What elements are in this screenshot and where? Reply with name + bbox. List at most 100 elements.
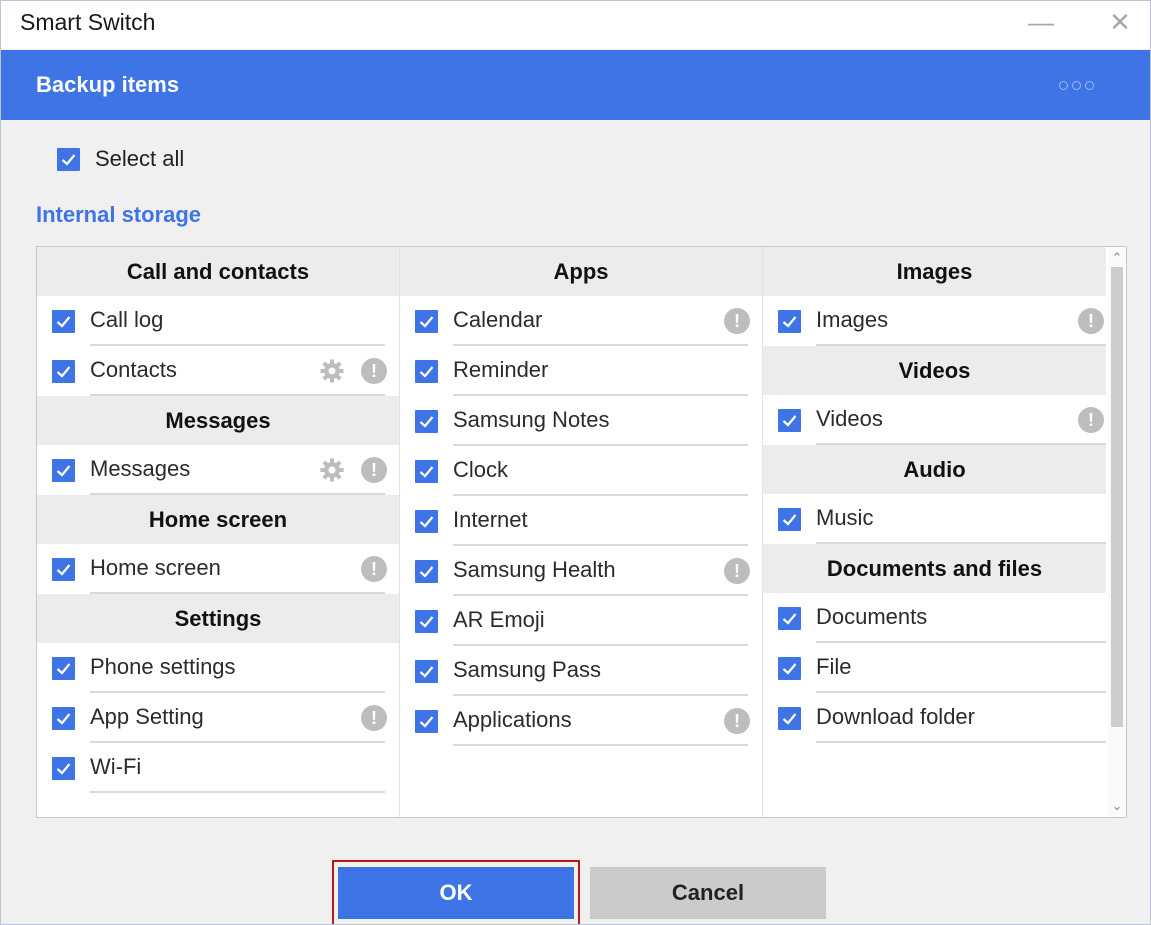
backup-item[interactable]: File bbox=[763, 643, 1106, 693]
checkbox-checked-icon[interactable] bbox=[415, 410, 438, 433]
backup-item[interactable]: Videos! bbox=[763, 395, 1106, 445]
gear-icon[interactable] bbox=[319, 457, 345, 483]
row-separator bbox=[816, 344, 1106, 346]
section-header: Audio bbox=[763, 445, 1106, 494]
backup-item-label: Clock bbox=[453, 457, 509, 482]
gear-icon[interactable] bbox=[319, 358, 345, 384]
backup-item-label: AR Emoji bbox=[453, 607, 545, 632]
row-separator bbox=[90, 592, 385, 594]
backup-item-label: Download folder bbox=[816, 704, 975, 729]
window-title: Smart Switch bbox=[20, 9, 156, 35]
backup-item[interactable]: Clock bbox=[400, 446, 762, 496]
info-icon[interactable]: ! bbox=[361, 457, 387, 483]
checkbox-checked-icon[interactable] bbox=[415, 310, 438, 333]
scroll-up-icon[interactable]: ⌃ bbox=[1108, 249, 1126, 267]
backup-item[interactable]: Documents bbox=[763, 593, 1106, 643]
checkbox-checked-icon[interactable] bbox=[415, 560, 438, 583]
backup-item-label: Documents bbox=[816, 604, 928, 629]
backup-item-label: Videos bbox=[816, 406, 883, 431]
select-all-label: Select all bbox=[95, 146, 185, 171]
checkbox-checked-icon[interactable] bbox=[52, 360, 75, 383]
section-header: Videos bbox=[763, 346, 1106, 395]
vertical-scrollbar[interactable]: ⌃ ⌄ bbox=[1108, 247, 1126, 817]
ok-button[interactable]: OK bbox=[338, 867, 574, 919]
info-icon[interactable]: ! bbox=[1078, 308, 1104, 334]
close-button[interactable]: ✕ bbox=[1105, 7, 1135, 37]
checkbox-checked-icon[interactable] bbox=[52, 459, 75, 482]
backup-item-label: Messages bbox=[90, 456, 191, 481]
backup-item-label: Samsung Health bbox=[453, 557, 616, 582]
row-separator bbox=[816, 741, 1106, 743]
backup-item-label: Samsung Notes bbox=[453, 407, 610, 432]
section-header: Call and contacts bbox=[37, 247, 399, 296]
checkbox-checked-icon[interactable] bbox=[415, 510, 438, 533]
title-bar: Smart Switch — ✕ bbox=[1, 1, 1150, 49]
backup-item[interactable]: Call log bbox=[37, 296, 399, 346]
checkbox-checked-icon[interactable] bbox=[778, 409, 801, 432]
checkbox-checked-icon[interactable] bbox=[778, 657, 801, 680]
backup-item-label: File bbox=[816, 654, 852, 679]
backup-item[interactable]: Music bbox=[763, 494, 1106, 544]
info-icon[interactable]: ! bbox=[724, 708, 750, 734]
checkbox-checked-icon[interactable] bbox=[52, 707, 75, 730]
backup-item[interactable]: Reminder bbox=[400, 346, 762, 396]
checkbox-checked-icon[interactable] bbox=[52, 558, 75, 581]
row-separator bbox=[816, 542, 1106, 544]
checkbox-checked-icon[interactable] bbox=[415, 710, 438, 733]
backup-item[interactable]: Samsung Health! bbox=[400, 546, 762, 596]
checkbox-checked-icon[interactable] bbox=[415, 610, 438, 633]
checkbox-checked-icon[interactable] bbox=[778, 508, 801, 531]
checkbox-checked-icon[interactable] bbox=[778, 607, 801, 630]
backup-item-label: Home screen bbox=[90, 555, 221, 580]
backup-item[interactable]: Wi-Fi bbox=[37, 743, 399, 793]
info-icon[interactable]: ! bbox=[724, 558, 750, 584]
more-dots-icon[interactable] bbox=[1059, 81, 1094, 90]
minimize-button[interactable]: — bbox=[1026, 7, 1056, 37]
checkbox-checked-icon[interactable] bbox=[415, 660, 438, 683]
checkbox-checked-icon[interactable] bbox=[778, 310, 801, 333]
backup-item[interactable]: Samsung Notes bbox=[400, 396, 762, 446]
scroll-thumb[interactable] bbox=[1111, 267, 1123, 727]
backup-item[interactable]: Contacts! bbox=[37, 346, 399, 396]
checkbox-checked-icon[interactable] bbox=[52, 757, 75, 780]
backup-item[interactable]: Calendar! bbox=[400, 296, 762, 346]
info-icon[interactable]: ! bbox=[361, 556, 387, 582]
banner-title: Backup items bbox=[36, 72, 180, 97]
info-icon[interactable]: ! bbox=[361, 705, 387, 731]
cancel-button[interactable]: Cancel bbox=[590, 867, 826, 919]
backup-item-label: Internet bbox=[453, 507, 528, 532]
backup-item[interactable]: Phone settings bbox=[37, 643, 399, 693]
backup-item[interactable]: Messages! bbox=[37, 445, 399, 495]
backup-item[interactable]: App Setting! bbox=[37, 693, 399, 743]
storage-label: Internal storage bbox=[36, 202, 202, 227]
info-icon[interactable]: ! bbox=[724, 308, 750, 334]
info-icon[interactable]: ! bbox=[361, 358, 387, 384]
checkbox-checked-icon[interactable] bbox=[57, 147, 80, 171]
backup-item[interactable]: Samsung Pass bbox=[400, 646, 762, 696]
scroll-down-icon[interactable]: ⌄ bbox=[1108, 797, 1126, 815]
backup-item[interactable]: Download folder bbox=[763, 693, 1106, 743]
backup-item[interactable]: Applications! bbox=[400, 696, 762, 746]
backup-item-label: Images bbox=[816, 307, 889, 332]
checkbox-checked-icon[interactable] bbox=[52, 657, 75, 680]
backup-items-banner: Backup items bbox=[1, 50, 1150, 120]
checkbox-checked-icon[interactable] bbox=[415, 360, 438, 383]
row-separator bbox=[816, 443, 1106, 445]
section-header: Images bbox=[763, 247, 1106, 296]
checkbox-checked-icon[interactable] bbox=[415, 460, 438, 483]
backup-item-label: Calendar bbox=[453, 307, 543, 332]
checkbox-checked-icon[interactable] bbox=[778, 707, 801, 730]
row-separator bbox=[90, 791, 385, 793]
select-all-checkbox[interactable]: Select all bbox=[57, 146, 184, 172]
column-2: Apps Calendar! Reminder Samsung Notes Clock I… bbox=[400, 247, 762, 746]
backup-item[interactable]: Home screen! bbox=[37, 544, 399, 594]
section-header: Documents and files bbox=[763, 544, 1106, 593]
section-header: Settings bbox=[37, 594, 399, 643]
backup-item[interactable]: AR Emoji bbox=[400, 596, 762, 646]
backup-item-label: Call log bbox=[90, 307, 164, 332]
info-icon[interactable]: ! bbox=[1078, 407, 1104, 433]
backup-item[interactable]: Images! bbox=[763, 296, 1106, 346]
backup-item[interactable]: Internet bbox=[400, 496, 762, 546]
smart-switch-window: Smart Switch — ✕ Backup items Select all… bbox=[0, 0, 1151, 925]
checkbox-checked-icon[interactable] bbox=[52, 310, 75, 333]
